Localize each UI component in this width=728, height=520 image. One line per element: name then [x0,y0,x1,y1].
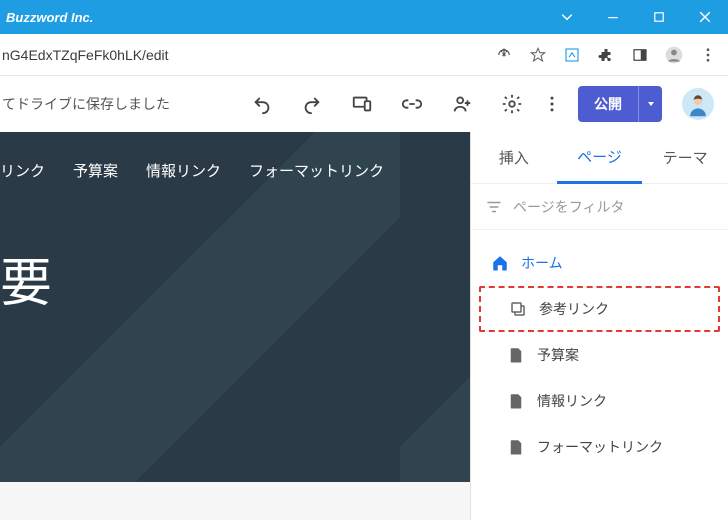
hero-title[interactable]: 要 [0,241,450,316]
page-item-format[interactable]: フォーマットリンク [471,424,728,470]
home-icon [491,254,509,272]
publish-dropdown[interactable] [638,86,662,122]
nav-item[interactable]: 予算案 [73,160,118,181]
more-icon[interactable] [698,45,718,65]
hero-section: リンク 予算案 情報リンク フォーマットリンク 要 [0,132,470,482]
filter-icon [485,198,503,216]
copy-icon [509,300,527,318]
url-text[interactable]: nG4EdxTZqFeFk0hLK/edit [2,47,494,63]
page-icon [507,346,525,364]
page-label: 予算案 [537,345,579,365]
save-status: てドライブに保存しました [0,94,170,114]
window-title: Buzzword Inc. [6,10,93,25]
page-label: ホーム [521,253,563,273]
settings-icon[interactable] [492,84,532,124]
nav-item[interactable]: 情報リンク [146,160,221,181]
user-avatar[interactable] [682,88,714,120]
redo-button[interactable] [292,84,332,124]
share-icon[interactable] [494,45,514,65]
page-item-info[interactable]: 情報リンク [471,378,728,424]
filter-placeholder: ページをフィルタ [513,197,624,217]
tab-theme[interactable]: テーマ [642,133,728,182]
chevron-down-icon[interactable] [544,0,590,34]
page-icon [507,438,525,456]
page-label: 参考リンク [539,299,609,319]
page-list: ホーム 参考リンク 予算案 情報リンク フォーマットリンク [471,230,728,480]
page-canvas[interactable]: リンク 予算案 情報リンク フォーマットリンク 要 [0,132,470,520]
page-item-ref[interactable]: 参考リンク [479,286,720,332]
tab-pages[interactable]: ページ [557,132,643,184]
extensions-icon[interactable] [596,45,616,65]
site-nav: リンク 予算案 情報リンク フォーマットリンク [0,160,450,181]
link-icon[interactable] [392,84,432,124]
publish-button[interactable]: 公開 [578,86,638,122]
page-item-home[interactable]: ホーム [471,240,728,286]
page-label: 情報リンク [537,391,607,411]
maximize-button[interactable] [636,0,682,34]
page-item-budget[interactable]: 予算案 [471,332,728,378]
profile-icon[interactable] [664,45,684,65]
page-icon [507,392,525,410]
address-bar: nG4EdxTZqFeFk0hLK/edit [0,34,728,76]
nav-item[interactable]: リンク [0,160,45,181]
tool-panel-icon[interactable] [562,45,582,65]
page-filter[interactable]: ページをフィルタ [471,184,728,230]
star-icon[interactable] [528,45,548,65]
share-people-icon[interactable] [442,84,482,124]
preview-devices-icon[interactable] [342,84,382,124]
tab-insert[interactable]: 挿入 [471,133,557,182]
nav-item[interactable]: フォーマットリンク [249,160,384,181]
undo-button[interactable] [242,84,282,124]
page-label: フォーマットリンク [537,437,663,457]
minimize-button[interactable] [590,0,636,34]
doc-toolbar: てドライブに保存しました 公開 [0,76,728,132]
right-sidebar: 挿入 ページ テーマ ページをフィルタ ホーム 参考リンク 予算案 情報リン [470,132,728,520]
overflow-icon[interactable] [542,84,562,124]
window-titlebar: Buzzword Inc. [0,0,728,34]
close-button[interactable] [682,0,728,34]
sidepanel-icon[interactable] [630,45,650,65]
